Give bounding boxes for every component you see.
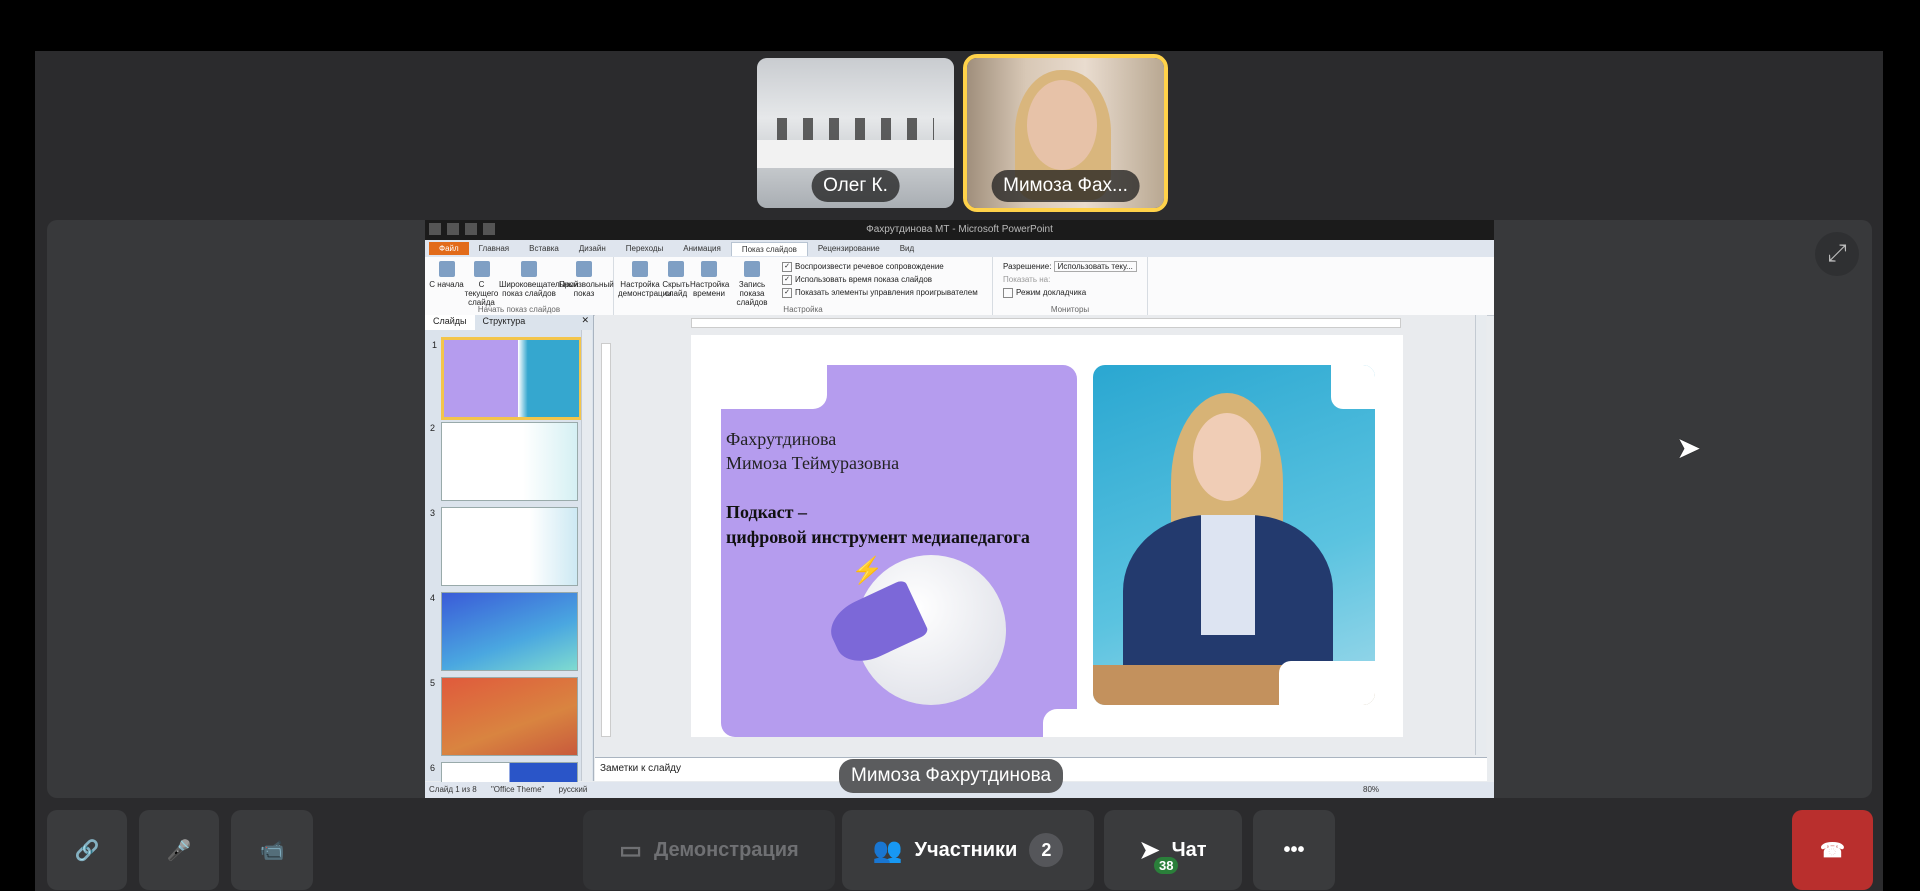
chat-unread-badge: 38 <box>1154 857 1179 874</box>
use-timings-checkbox[interactable]: ✓ Использовать время показа слайдов <box>782 273 978 286</box>
more-button[interactable]: ••• <box>1253 810 1335 890</box>
tab-transitions[interactable]: Переходы <box>616 242 674 255</box>
microphone-icon: 🎤 <box>166 839 192 862</box>
slide-thumbnail[interactable]: 1 <box>432 337 582 420</box>
participant-name: Мимоза Фах... <box>991 170 1140 202</box>
slide-thumbnail[interactable]: 4 <box>430 592 578 671</box>
show-on-select[interactable]: Показать на: <box>1003 273 1137 286</box>
slide-author-name: Фахрутдинова Мимоза Теймуразовна <box>726 429 900 473</box>
tab-outline[interactable]: Структура <box>475 315 534 330</box>
tab-review[interactable]: Рецензирование <box>808 242 890 255</box>
participant-tile[interactable]: Олег К. <box>757 58 954 208</box>
link-icon: 🔗 <box>74 839 100 862</box>
slide-thumbnail[interactable]: 5 <box>430 677 578 756</box>
mouse-cursor-icon: ➤ <box>1676 432 1702 465</box>
chat-button[interactable]: ➤ Чат 38 <box>1104 810 1242 890</box>
tab-insert[interactable]: Вставка <box>519 242 569 255</box>
tab-file[interactable]: Файл <box>429 242 469 255</box>
screen-share-button[interactable]: ▭ Демонстрация <box>583 810 835 890</box>
participant-tile-active[interactable]: Мимоза Фах... <box>963 54 1168 212</box>
link-button[interactable]: 🔗 <box>47 810 127 890</box>
participants-button[interactable]: 👥 Участники 2 <box>842 810 1094 890</box>
zoom-level[interactable]: 80% <box>1363 782 1379 798</box>
close-icon[interactable]: ✕ <box>577 315 593 330</box>
window-title: Фахрутдинова МТ - Microsoft PowerPoint <box>425 220 1494 240</box>
expand-icon[interactable]: ⤢ <box>1815 232 1859 276</box>
camera-button[interactable]: 📹 <box>231 810 313 890</box>
microphone-button[interactable]: 🎤 <box>139 810 219 890</box>
powerpoint-window: Фахрутдинова МТ - Microsoft PowerPoint Ф… <box>425 220 1494 798</box>
screen-share-icon: ▭ <box>619 836 642 864</box>
ribbon-tabs: Файл Главная Вставка Дизайн Переходы Ани… <box>425 240 1494 257</box>
slides-panel: Слайды Структура ✕ 1 2 3 4 5 6 <box>425 315 594 784</box>
tab-design[interactable]: Дизайн <box>569 242 616 255</box>
author-photo <box>1093 365 1375 705</box>
camera-icon: 📹 <box>259 839 285 862</box>
tab-view[interactable]: Вид <box>890 242 924 255</box>
people-icon: 👥 <box>872 836 903 864</box>
horizontal-ruler <box>691 318 1401 328</box>
slide-thumbnail[interactable]: 2 <box>430 422 578 501</box>
ribbon: С начала С текущего слайда Широковещател… <box>425 257 1494 316</box>
lightning-icon: ⚡ <box>851 555 884 585</box>
slide-thumbnail[interactable]: 3 <box>430 507 578 586</box>
slide-thumbnail[interactable]: 6 <box>430 762 578 784</box>
play-narrations-checkbox[interactable]: ✓ Воспроизвести речевое сопровождение <box>782 260 978 273</box>
participant-name: Олег К. <box>811 170 900 202</box>
vertical-ruler <box>601 343 611 737</box>
scrollbar[interactable] <box>581 330 592 781</box>
hang-up-icon: ☎ <box>1820 839 1845 862</box>
slide-editor: Фахрутдинова Мимоза Теймуразовна Подкаст… <box>595 315 1487 755</box>
participants-count: 2 <box>1029 833 1064 867</box>
tab-slideshow[interactable]: Показ слайдов <box>730 241 808 256</box>
tab-animation[interactable]: Анимация <box>673 242 731 255</box>
tab-home[interactable]: Главная <box>469 242 519 255</box>
scrollbar[interactable] <box>1475 315 1486 755</box>
resolution-select[interactable]: Разрешение: Использовать теку... <box>1003 260 1137 273</box>
current-slide[interactable]: Фахрутдинова Мимоза Теймуразовна Подкаст… <box>691 335 1403 737</box>
active-speaker-label: Мимоза Фахрутдинова <box>839 759 1064 793</box>
more-icon: ••• <box>1283 838 1305 861</box>
show-media-controls-checkbox[interactable]: ✓ Показать элементы управления проигрыват… <box>782 286 978 299</box>
slide-topic: Подкаст – цифровой инструмент медиапедаг… <box>726 502 1030 547</box>
presenter-view-checkbox[interactable]: Режим докладчика <box>1003 286 1137 299</box>
end-call-button[interactable]: ☎ <box>1792 810 1873 890</box>
tab-slides[interactable]: Слайды <box>425 315 475 330</box>
